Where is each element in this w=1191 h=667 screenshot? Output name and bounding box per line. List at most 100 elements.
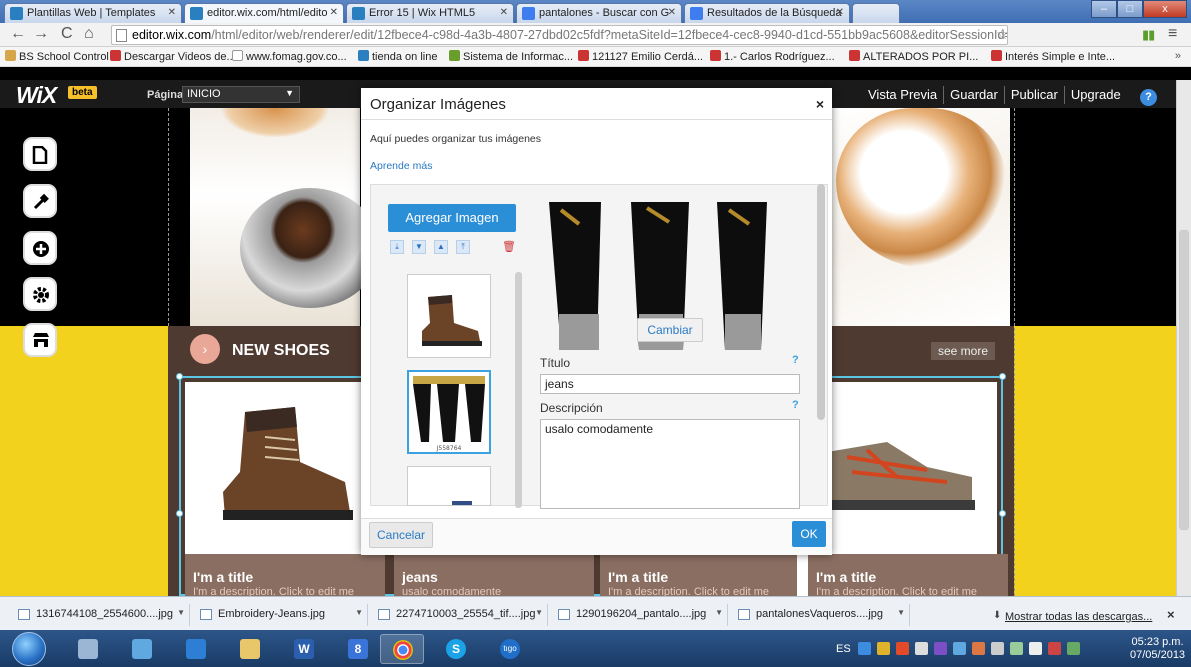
move-bottom-icon[interactable]: ⤓ [390,240,404,254]
add-image-button[interactable]: Agregar Imagen [388,204,516,232]
bookmark-star-icon[interactable]: ☆ [996,26,1009,43]
resize-handle[interactable] [176,373,183,380]
store-tool-button[interactable] [23,323,57,357]
bookmark-item[interactable]: 121127 Emilio Cerdá... [578,50,703,63]
chevron-down-icon[interactable]: ▼ [177,608,185,617]
tray-icon[interactable] [953,642,966,655]
close-icon[interactable]: × [816,96,824,112]
close-icon[interactable]: ✕ [330,7,338,18]
taskbar-word[interactable]: W [282,634,326,664]
language-indicator[interactable]: ES [836,643,851,655]
tray-icon[interactable] [972,642,985,655]
chevron-down-icon[interactable]: ▼ [897,608,905,617]
help-icon[interactable]: ? [792,354,799,366]
system-clock[interactable]: 05:23 p.m. 07/05/2013 [1130,636,1185,662]
move-top-icon[interactable]: ⤒ [456,240,470,254]
taskbar-app[interactable]: 8 [336,634,380,664]
card-title[interactable]: I'm a title [193,569,377,585]
taskbar-calculator[interactable] [66,634,110,664]
tray-icon[interactable] [1048,642,1061,655]
tab-editor[interactable]: editor.wix.com/html/edito ✕ [184,3,344,23]
maximize-button[interactable]: □ [1117,0,1143,18]
download-item[interactable]: 2274710003_25554_tif....jpg ▼ [370,604,548,626]
back-icon[interactable]: ← [10,25,26,43]
design-tool-button[interactable] [23,184,57,218]
volume-icon[interactable] [1029,642,1042,655]
close-icon[interactable]: ✕ [836,7,844,18]
tray-icon[interactable] [1067,642,1080,655]
onenote-icon[interactable] [934,642,947,655]
page-select[interactable]: INICIO ▼ [182,86,300,103]
ok-button[interactable]: OK [792,521,826,547]
title-input[interactable]: jeans [540,374,800,394]
organizer-scrollbar[interactable] [817,184,825,420]
taskbar-tigo[interactable]: tıgo [488,634,532,664]
scrollbar-thumb[interactable] [1179,230,1189,530]
download-item[interactable]: 1290196204_pantalo....jpg ▼ [550,604,728,626]
card-title[interactable]: jeans [402,569,586,585]
resize-handle[interactable] [999,510,1006,517]
help-icon[interactable]: ? [1140,89,1157,106]
bookmark-item[interactable]: tienda on line [358,50,437,63]
tray-icon[interactable] [991,642,1004,655]
bookmark-item[interactable]: 1.- Carlos Rodríguez... [710,50,835,63]
preview-button[interactable]: Vista Previa [862,86,943,104]
thumbnail-scrollbar[interactable] [515,272,522,508]
tab-plantillas[interactable]: Plantillas Web | Templates ✕ [4,3,182,23]
card-title[interactable]: I'm a title [608,569,792,585]
section-title[interactable]: NEW SHOES [232,342,330,360]
url-input[interactable]: editor.wix.com/html/editor/web/renderer/… [111,25,1008,45]
change-image-button[interactable]: Cambiar [637,318,703,342]
move-up-icon[interactable]: ▲ [434,240,448,254]
cat-bowl-image[interactable] [190,108,380,326]
move-down-icon[interactable]: ▼ [412,240,426,254]
editor-scrollbar[interactable] [1176,80,1191,596]
learn-more-link[interactable]: Aprende más [370,160,432,172]
help-icon[interactable]: ? [792,399,799,411]
see-more-button[interactable]: see more [931,342,995,360]
signal-bars-icon[interactable]: ▮▮ [1142,27,1155,43]
show-all-downloads-link[interactable]: Mostrar todas las descargas... [1005,611,1152,623]
taskbar-chrome[interactable] [380,634,424,664]
new-tab-button[interactable] [852,3,900,23]
taskbar-app[interactable] [120,634,164,664]
network-icon[interactable] [1010,642,1023,655]
home-icon[interactable]: ⌂ [84,25,94,43]
close-icon[interactable]: ✕ [668,7,676,18]
reload-icon[interactable]: C [61,25,73,43]
image-thumbnail-selected[interactable]: J558764 [407,370,491,454]
trash-icon[interactable]: 🗑 [502,240,516,254]
menu-icon[interactable]: ≡ [1168,25,1177,43]
tab-resultados[interactable]: Resultados de la Búsqueda ✕ [684,3,850,23]
bookmark-item[interactable]: Interés Simple e Inte... [991,50,1115,63]
tray-icon[interactable] [858,642,871,655]
bookmark-item[interactable]: BS School Control [5,50,109,63]
forward-icon[interactable]: → [33,25,49,43]
close-icon[interactable]: × [1167,607,1175,622]
taskbar-skype[interactable]: S [434,634,478,664]
tab-pantalones[interactable]: pantalones - Buscar con G ✕ [516,3,682,23]
upgrade-button[interactable]: Upgrade [1063,86,1127,104]
bookmark-item[interactable]: ALTERADOS POR PI... [849,50,978,63]
tray-icon[interactable] [877,642,890,655]
image-thumbnail[interactable] [407,274,491,358]
bookmarks-overflow[interactable]: » [1175,50,1181,62]
tab-error15[interactable]: Error 15 | Wix HTML5 ✕ [346,3,514,23]
pages-tool-button[interactable] [23,137,57,171]
download-item[interactable]: Embroidery-Jeans.jpg ▼ [192,604,368,626]
taskbar-explorer[interactable] [228,634,272,664]
arrow-right-icon[interactable]: › [190,334,220,364]
add-tool-button[interactable] [23,231,57,265]
chevron-down-icon[interactable]: ▼ [535,608,543,617]
cancel-button[interactable]: Cancelar [369,522,433,548]
taskbar-media-player[interactable] [174,634,218,664]
resize-handle[interactable] [999,373,1006,380]
save-button[interactable]: Guardar [943,86,1004,104]
bookmark-item[interactable]: Descargar Videos de... [110,50,236,63]
flag-icon[interactable] [915,642,928,655]
close-icon[interactable]: ✕ [500,7,508,18]
settings-tool-button[interactable] [23,277,57,311]
close-icon[interactable]: ✕ [168,7,176,18]
download-item[interactable]: pantalonesVaqueros....jpg ▼ [730,604,910,626]
start-button[interactable] [12,632,46,666]
